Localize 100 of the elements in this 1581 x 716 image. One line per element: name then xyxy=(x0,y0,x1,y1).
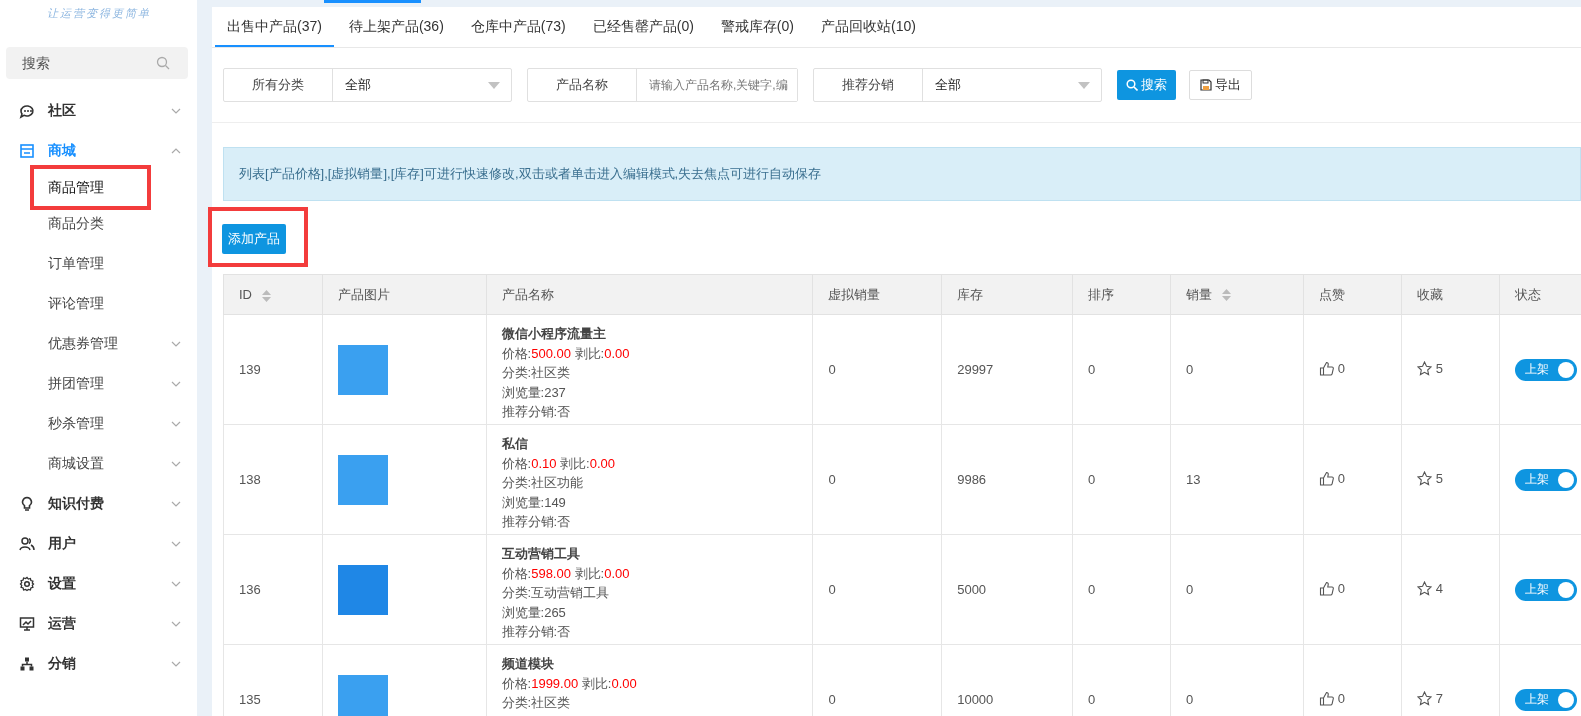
product-detail: 分类:社区类 xyxy=(501,694,572,712)
tab[interactable]: 已经售罄产品(0) xyxy=(580,7,706,47)
product-detail: 推荐分销:否 xyxy=(501,623,572,641)
table-cell: 0 xyxy=(812,314,942,425)
favorite-count: 4 xyxy=(1435,580,1444,596)
image-placeholder xyxy=(338,674,389,716)
tab[interactable]: 待上架产品(36) xyxy=(336,7,456,47)
column-header: 库存 xyxy=(941,274,1073,315)
table-cell: 0 xyxy=(1072,424,1171,535)
hierarchy-icon xyxy=(19,656,35,672)
chevron-down-icon xyxy=(171,661,181,667)
table-cell: 9986 xyxy=(941,424,1073,535)
dropdown[interactable]: 全部 xyxy=(333,69,511,101)
menu-item[interactable]: 设置 xyxy=(0,564,197,604)
filter-label: 所有分类 xyxy=(224,69,333,101)
submenu-item[interactable]: 评论管理 xyxy=(0,284,197,324)
table-cell: 29997 xyxy=(941,314,1073,425)
price-line: 价格:1999.00 剥比:0.00 xyxy=(501,674,638,693)
column-header: 状态 xyxy=(1499,274,1581,315)
image-placeholder xyxy=(338,344,389,395)
submenu-item[interactable]: 拼团管理 xyxy=(0,364,197,404)
star-icon xyxy=(1416,470,1432,486)
price-line: 价格:500.00 剥比:0.00 xyxy=(501,344,631,363)
thumbs-up-icon xyxy=(1318,580,1334,596)
like-count: 0 xyxy=(1337,580,1345,596)
dropdown-caret-icon xyxy=(1078,81,1090,89)
lightbulb-icon xyxy=(19,496,35,512)
submenu-item[interactable]: 商城设置 xyxy=(0,444,197,484)
column-header: 虚拟销量 xyxy=(812,274,942,315)
users-icon xyxy=(19,536,35,552)
product-detail: 分类:社区功能 xyxy=(501,474,585,492)
price-line: 价格:598.00 剥比:0.00 xyxy=(501,564,631,583)
column-header: 产品名称 xyxy=(486,274,813,315)
slogan-text: 让运营变得更简单 xyxy=(45,6,152,21)
search-icon xyxy=(156,56,170,70)
chevron-down-icon xyxy=(171,581,181,587)
dropdown[interactable]: 全部 xyxy=(923,69,1101,101)
submenu-item[interactable]: 优惠券管理 xyxy=(0,324,197,364)
table-cell: 0 xyxy=(1072,534,1171,645)
table-cell: 138 xyxy=(223,424,323,535)
search-input[interactable]: 搜索 xyxy=(20,54,156,72)
star-icon xyxy=(1416,690,1432,706)
thumbs-up-icon xyxy=(1318,360,1334,376)
submenu-item[interactable]: 商品分类 xyxy=(0,204,197,244)
dropdown-caret-icon xyxy=(488,81,500,89)
product-detail: 推荐分销:否 xyxy=(501,403,572,421)
like-count: 0 xyxy=(1337,470,1345,486)
info-notice: 列表[产品价格],[虚拟销量],[库存]可进行快速修改,双击或者单击进入编辑模式,失去焦点可进行自动保存 xyxy=(223,147,1581,201)
export-button[interactable]: 导出 xyxy=(1189,70,1252,100)
favorite-count: 5 xyxy=(1435,470,1444,486)
table-cell: 5000 xyxy=(941,534,1073,645)
menu-item[interactable]: 运营 xyxy=(0,604,197,644)
table-cell: 0 xyxy=(1170,534,1304,645)
search-icon xyxy=(1126,79,1138,91)
table-cell: 0 xyxy=(812,424,942,535)
product-detail: 分类:社区类 xyxy=(501,364,572,382)
chevron-down-icon xyxy=(171,541,181,547)
menu-item[interactable]: 社区 xyxy=(0,91,197,131)
sort-icon xyxy=(262,289,271,302)
column-header: 排序 xyxy=(1072,274,1171,315)
like-count: 0 xyxy=(1337,360,1345,376)
submenu-item[interactable]: 秒杀管理 xyxy=(0,404,197,444)
product-detail: 浏览量:237 xyxy=(501,383,567,402)
chevron-down-icon xyxy=(171,341,181,347)
chevron-down-icon xyxy=(171,501,181,507)
table-cell: 135 xyxy=(223,644,323,716)
product-name: 私信 xyxy=(501,435,529,453)
filter-field[interactable]: 所有分类 全部 xyxy=(223,68,512,102)
product-name: 互动营销工具 xyxy=(501,545,581,563)
menu-item[interactable]: 分销 xyxy=(0,644,197,684)
tab[interactable]: 警戒库存(0) xyxy=(708,7,806,47)
sort-icon xyxy=(1222,289,1231,302)
column-header: 销量 xyxy=(1170,274,1304,315)
chevron-down-icon xyxy=(171,461,181,467)
menu-item[interactable]: 用户 xyxy=(0,524,197,564)
search-field[interactable]: 搜索 xyxy=(6,47,188,79)
thumbs-up-icon xyxy=(1318,470,1334,486)
price-line: 价格:0.10 剥比:0.00 xyxy=(501,454,617,473)
table-cell: 139 xyxy=(223,314,323,425)
product-name: 微信小程序流量主 xyxy=(501,325,607,343)
tab[interactable]: 出售中产品(37) xyxy=(215,7,334,47)
chevron-down-icon xyxy=(171,108,181,114)
tab[interactable]: 产品回收站(10) xyxy=(808,7,928,47)
chat-bubble-icon xyxy=(19,103,35,119)
product-name: 频道模块 xyxy=(501,655,555,673)
image-placeholder xyxy=(338,564,389,615)
column-header: 点赞 xyxy=(1303,274,1402,315)
gear-icon xyxy=(19,576,35,592)
filter-field[interactable]: 产品名称 请输入产品名称,关键字,编 xyxy=(527,68,798,102)
filter-label: 推荐分销 xyxy=(814,69,923,101)
chevron-down-icon xyxy=(171,421,181,427)
favorite-count: 7 xyxy=(1435,690,1444,706)
tab[interactable]: 仓库中产品(73) xyxy=(458,7,578,47)
column-header: ID xyxy=(223,274,323,315)
column-header: 收藏 xyxy=(1401,274,1500,315)
table-cell: 0 xyxy=(812,534,942,645)
filter-field[interactable]: 推荐分销 全部 xyxy=(813,68,1102,102)
submenu-item[interactable]: 订单管理 xyxy=(0,244,197,284)
product-detail: 浏览量:265 xyxy=(501,603,567,622)
menu-item[interactable]: 知识付费 xyxy=(0,484,197,524)
